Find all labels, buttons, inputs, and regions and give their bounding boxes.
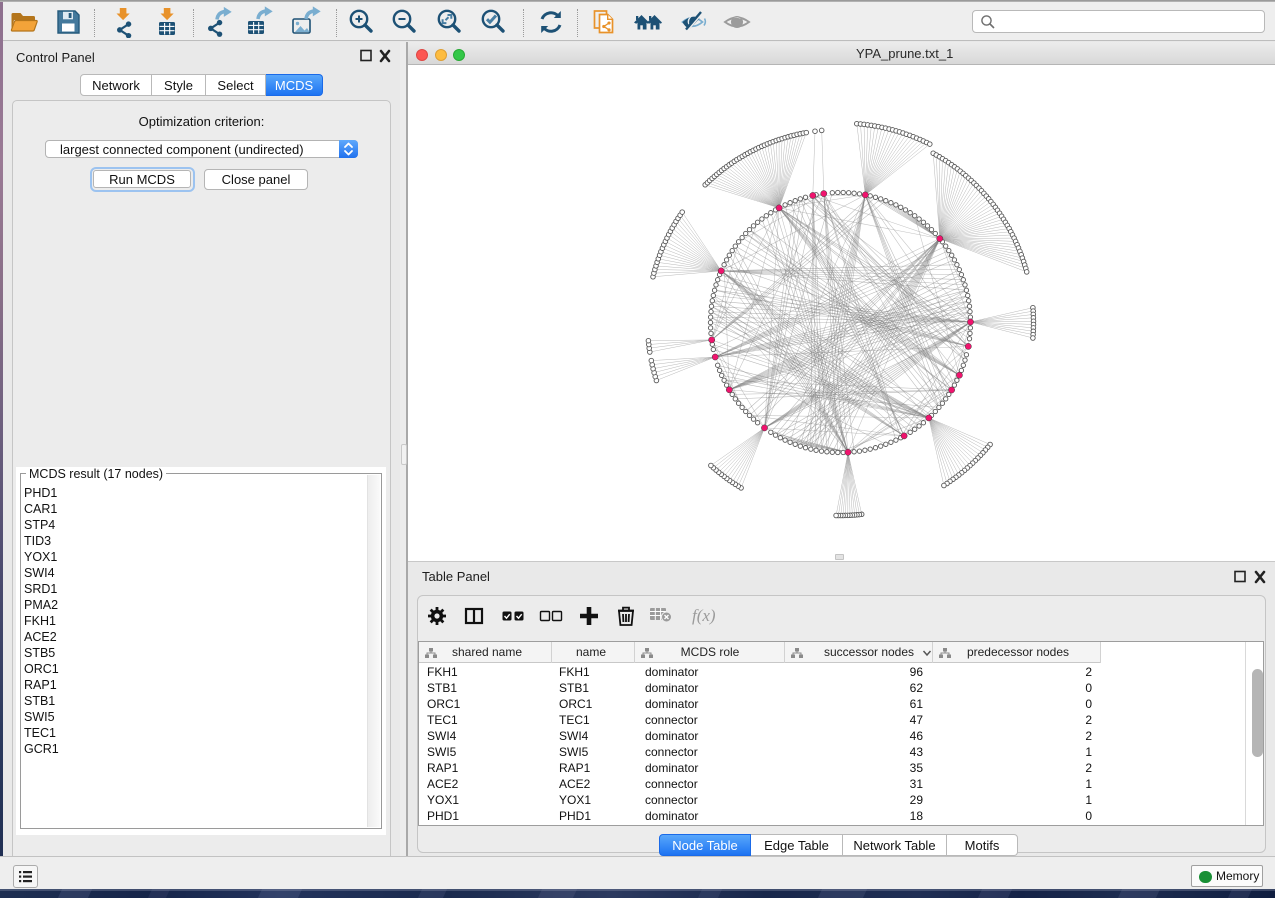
svg-text:f(x): f(x) [692,606,716,625]
